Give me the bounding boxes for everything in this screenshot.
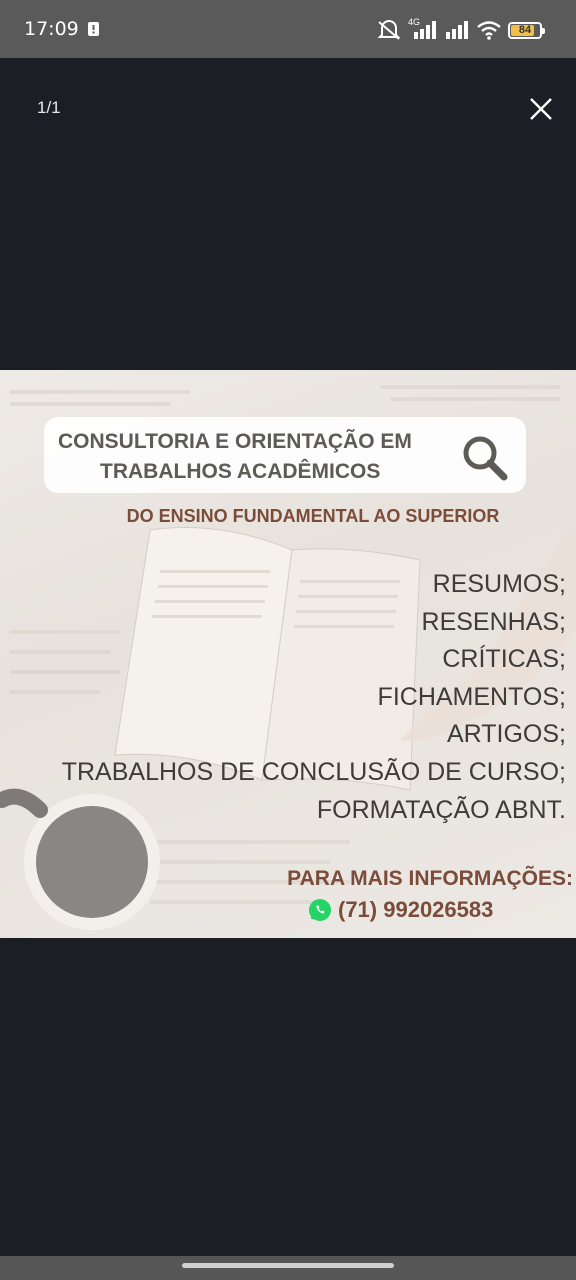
wifi-icon <box>477 21 501 40</box>
title-line-2: TRABALHOS ACADÊMICOS <box>100 460 381 483</box>
info-label: PARA MAIS INFORMAÇÕES: <box>287 867 573 890</box>
signal-icon: 4G <box>408 17 438 41</box>
service-item: FICHAMENTOS; <box>377 682 566 711</box>
status-icons: 4G 84 <box>376 17 545 42</box>
service-item: RESENHAS; <box>421 607 566 636</box>
title-line-1: CONSULTORIA E ORIENTAÇÃO EM <box>58 430 412 453</box>
sim-alert-icon <box>88 22 99 36</box>
search-banner: CONSULTORIA E ORIENTAÇÃO EM TRABALHOS AC… <box>44 417 526 493</box>
signal-icon <box>446 21 468 39</box>
service-item: RESUMOS; <box>432 570 566 598</box>
battery-percentage: 84 <box>518 23 532 36</box>
services-list: RESUMOS; RESENHAS; CRÍTICAS; FICHAMENTOS… <box>62 566 566 829</box>
navigation-bar <box>0 1256 576 1280</box>
service-item: TRABALHOS DE CONCLUSÃO DE CURSO; <box>61 757 566 786</box>
phone-row: (71) 992026583 <box>308 897 493 923</box>
phone-number: (71) 992026583 <box>338 897 494 922</box>
page-counter: 1/1 <box>37 98 61 117</box>
poster-image[interactable]: CONSULTORIA E ORIENTAÇÃO EM TRABALHOS AC… <box>0 370 576 938</box>
whatsapp-icon <box>309 899 331 921</box>
battery-icon: 84 <box>508 21 545 39</box>
service-item: ARTIGOS; <box>446 720 566 749</box>
subtitle: DO ENSINO FUNDAMENTAL AO SUPERIOR <box>126 506 500 526</box>
status-time: 17:09 <box>24 18 79 40</box>
close-icon[interactable] <box>524 92 558 126</box>
home-handle[interactable] <box>182 1263 394 1268</box>
mute-icon <box>377 20 401 40</box>
magnifier-icon <box>463 436 508 481</box>
status-bar: 17:09 4G 84 <box>0 0 576 58</box>
service-item: CRÍTICAS; <box>442 645 566 674</box>
viewer-header: 1/1 <box>0 58 576 158</box>
service-item: FORMATAÇÃO ABNT. <box>316 795 566 824</box>
